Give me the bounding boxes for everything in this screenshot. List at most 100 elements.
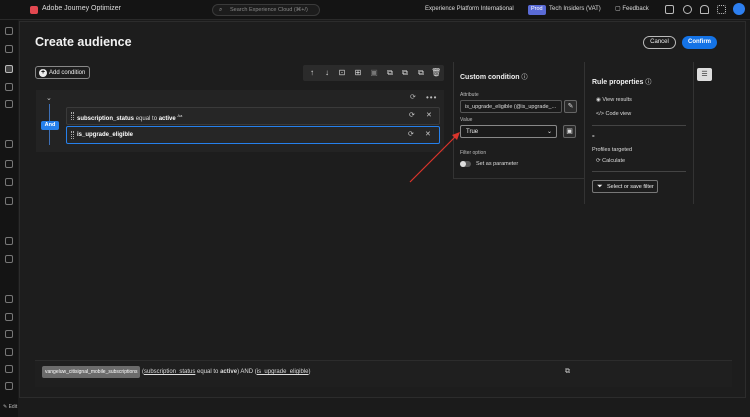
nav-icon[interactable]	[5, 197, 13, 205]
toggle-knob	[460, 161, 466, 167]
expr-attribute[interactable]: subscription_status	[144, 369, 195, 375]
chevron-down-icon: ⌄	[546, 129, 552, 135]
nav-icon[interactable]	[5, 365, 13, 373]
and-operator-badge[interactable]: And	[41, 121, 59, 130]
calculate-label: Calculate	[602, 158, 626, 164]
panel-settings-icon[interactable]: ☰	[697, 68, 712, 81]
search-input[interactable]: ⌕ Search Experience Cloud (⌘+/)	[212, 4, 320, 16]
duplicate-icon[interactable]: ⧉	[400, 68, 410, 78]
chevron-down-icon[interactable]: ⌄	[46, 94, 52, 102]
custom-condition-title: Custom condition ⓘ	[460, 72, 527, 81]
condition-row[interactable]: subscription_status equal to active Aa ⟳…	[66, 107, 440, 125]
refresh-icon[interactable]: ⟳	[409, 111, 415, 119]
nav-icon[interactable]	[5, 348, 13, 356]
apps-grid-icon[interactable]	[717, 5, 726, 14]
condition-attribute: subscription_status	[77, 116, 135, 122]
close-icon[interactable]: ✕	[426, 111, 432, 119]
condition-attribute: is_upgrade_eligible	[77, 132, 134, 138]
info-icon[interactable]: ⓘ	[645, 80, 651, 86]
view-results-link[interactable]: ◉ View results	[596, 97, 632, 103]
code-view-link[interactable]: </> Code view	[596, 111, 631, 117]
expr-and: ) AND (	[237, 369, 257, 375]
cancel-button[interactable]: Cancel	[643, 36, 676, 49]
nav-icon[interactable]	[5, 237, 13, 245]
delete-icon[interactable]: 🗑	[431, 68, 441, 78]
env-badge: Prod	[528, 5, 546, 15]
group-icon[interactable]: ⊡	[337, 68, 347, 78]
sandbox-switcher[interactable]: Tech Insiders (VAT)	[549, 6, 601, 12]
home-icon[interactable]	[5, 27, 13, 35]
drag-handle-icon[interactable]	[71, 131, 74, 139]
case-tag: Aa	[177, 113, 183, 118]
divider	[592, 125, 686, 126]
help-icon[interactable]	[683, 5, 692, 14]
paste-icon[interactable]: ⧉	[416, 68, 426, 78]
notifications-mail-icon[interactable]	[665, 5, 674, 14]
profiles-count: -	[592, 131, 595, 140]
refresh-icon: ⟳	[596, 158, 601, 164]
add-condition-button[interactable]: + Add condition	[35, 66, 90, 79]
select-or-save-filter-button[interactable]: ⏷ Select or save filter	[592, 180, 658, 193]
nav-icon[interactable]	[5, 255, 13, 263]
nav-icon[interactable]	[5, 140, 13, 148]
app-title[interactable]: Adobe Journey Optimizer	[42, 5, 121, 12]
expr-attribute[interactable]: is_upgrade_eligible	[257, 369, 309, 375]
condition-text: is_upgrade_eligible	[77, 132, 133, 138]
audiences-icon[interactable]	[5, 65, 13, 73]
nav-icon[interactable]	[5, 83, 13, 91]
expression-text: (subscription_status equal to active) AN…	[142, 369, 310, 375]
pencil-icon: ✎	[3, 404, 8, 410]
confirm-button[interactable]: Confirm	[682, 36, 717, 49]
refresh-icon[interactable]: ⟳	[410, 93, 416, 101]
nav-icon[interactable]	[5, 160, 13, 168]
more-icon[interactable]: •••	[426, 93, 437, 102]
nav-icon[interactable]	[5, 330, 13, 338]
create-audience-modal: Create audience Cancel Confirm + Add con…	[19, 21, 746, 398]
move-up-icon[interactable]: ↑	[307, 68, 317, 78]
search-placeholder: Search Experience Cloud (⌘+/)	[230, 7, 308, 13]
nest-icon[interactable]: ▣	[369, 68, 379, 78]
nav-icon[interactable]	[5, 382, 13, 390]
select-filter-label: Select or save filter	[607, 184, 654, 190]
nav-icon[interactable]	[5, 295, 13, 303]
close-icon[interactable]: ✕	[425, 130, 431, 138]
edit-label: Edit	[8, 404, 18, 410]
top-bar: Adobe Journey Optimizer ⌕ Search Experien…	[0, 0, 750, 20]
expr-paren: )	[308, 369, 311, 375]
nav-icon[interactable]	[5, 178, 13, 186]
bell-icon[interactable]	[700, 5, 709, 14]
ungroup-icon[interactable]: ⊞	[353, 68, 363, 78]
edit-attribute-icon[interactable]: ✎	[564, 100, 577, 113]
nav-icon[interactable]	[5, 45, 13, 53]
refresh-icon[interactable]: ⟳	[408, 130, 414, 138]
drag-handle-icon[interactable]	[71, 112, 74, 120]
copy-expression-icon[interactable]: ⧉	[565, 368, 570, 376]
condition-toolbar: ↑ ↓ ⊡ ⊞ ▣ ⧉ ⧉ ⧉ 🗑	[303, 65, 444, 81]
info-icon[interactable]: ⓘ	[521, 75, 527, 81]
set-as-parameter-toggle[interactable]	[460, 161, 471, 167]
left-rail	[0, 20, 18, 417]
condition-row-selected[interactable]: is_upgrade_eligible ⟳ ✕	[66, 126, 440, 144]
filter-option-label: Filter option	[460, 150, 487, 156]
calculate-button[interactable]: ⟳ Calculate	[596, 158, 625, 164]
nav-icon[interactable]	[5, 313, 13, 321]
nav-icon[interactable]	[5, 100, 13, 108]
profiles-targeted-label: Profiles targeted	[592, 147, 633, 153]
feedback-button[interactable]: ▢ Feedback	[615, 5, 649, 12]
attribute-field[interactable]: is_upgrade_eligible (@is_upgrade_...	[460, 100, 562, 113]
avatar[interactable]	[733, 3, 745, 15]
filter-icon: ⏷	[597, 183, 603, 190]
copy-icon[interactable]: ⧉	[385, 68, 395, 78]
expr-value: active	[220, 369, 238, 375]
condition-operator: equal to	[135, 116, 158, 122]
adobe-logo-icon[interactable]	[30, 6, 38, 14]
value-picker-icon[interactable]: ▣	[563, 125, 576, 138]
search-icon: ⌕	[219, 7, 223, 13]
add-icon: +	[39, 69, 47, 77]
audience-name-chip[interactable]: vangeluw_citisignal_mobile_subscriptions	[42, 366, 140, 378]
value-dropdown[interactable]: True ⌄	[460, 125, 557, 138]
code-icon: </>	[596, 111, 604, 117]
edit-button[interactable]: ✎ Edit	[3, 404, 17, 410]
org-switcher[interactable]: Experience Platform International	[425, 6, 514, 12]
move-down-icon[interactable]: ↓	[322, 68, 332, 78]
